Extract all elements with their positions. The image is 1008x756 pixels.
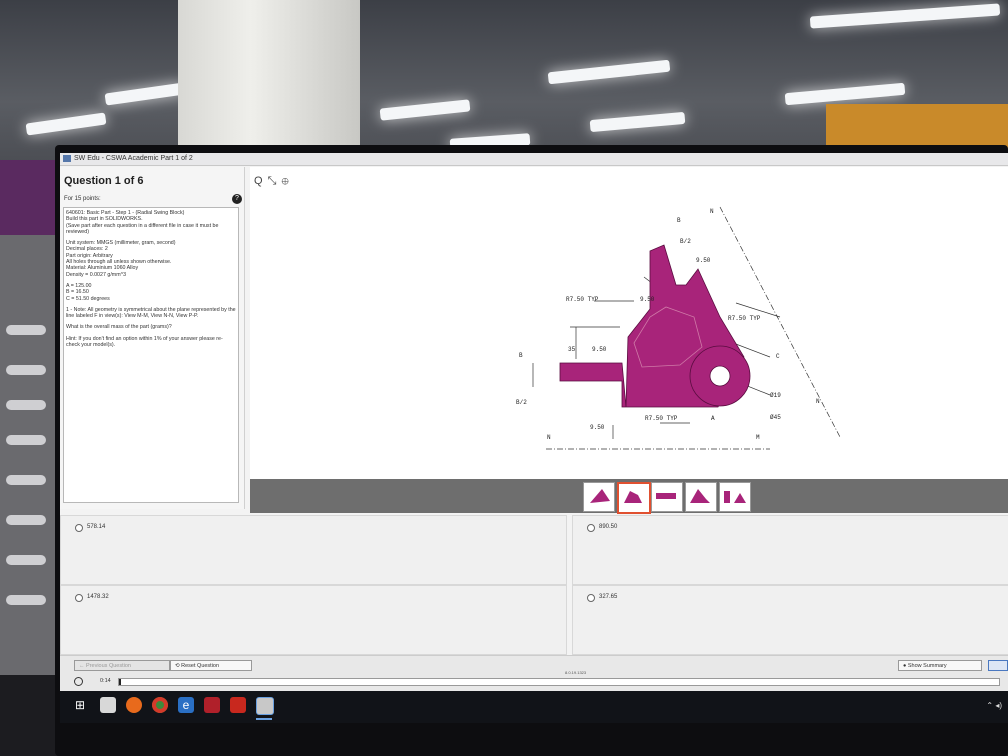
- pillar: [178, 0, 360, 150]
- taskbar: ⊞ e ⌃ ◂): [60, 691, 1008, 723]
- previous-question-button[interactable]: ← Previous Question: [74, 660, 170, 671]
- version-label: 8.0.19.1323: [565, 670, 587, 675]
- firefox-icon[interactable]: [126, 697, 142, 713]
- question-paragraph: 640601: Basic Part - Step 1 - (Radial Sw…: [66, 210, 219, 235]
- answer-option[interactable]: 578.14: [60, 515, 567, 585]
- dim-label: R7.50 TYP: [645, 415, 678, 422]
- desk-partition: [0, 235, 60, 675]
- dim-label: Ø45: [770, 414, 781, 421]
- help-icon[interactable]: ?: [232, 194, 242, 204]
- dim-label: C: [776, 353, 780, 360]
- dim-label: R7.50 TYP: [728, 315, 761, 322]
- active-app-indicator: [256, 718, 272, 720]
- dim-label: M: [756, 434, 760, 441]
- next-button[interactable]: [988, 660, 1008, 671]
- radio-button[interactable]: [587, 524, 595, 532]
- reset-question-button[interactable]: ⟲ Reset Question: [170, 660, 252, 671]
- answer-value: 327.65: [599, 594, 618, 600]
- radio-button[interactable]: [75, 524, 83, 532]
- dim-label: A: [711, 415, 715, 422]
- reset-question-label: Reset Question: [181, 663, 220, 669]
- dim-label: B/2: [680, 238, 691, 245]
- file-explorer-icon[interactable]: [100, 697, 116, 713]
- dim-label: B: [677, 217, 681, 224]
- sw-edu-icon[interactable]: [256, 697, 274, 715]
- time-progress-bar: [118, 678, 1000, 686]
- thumbnail-glyphs: [590, 489, 746, 503]
- answer-option[interactable]: 1478.32: [60, 585, 567, 655]
- points-label: For 15 points:: [64, 196, 101, 202]
- question-paragraph: A = 125.00 B = 16.50 C = 51.50 degrees: [66, 282, 110, 302]
- clock-icon: [74, 677, 83, 686]
- previous-question-label: Previous Question: [86, 663, 131, 669]
- radio-button[interactable]: [587, 594, 595, 602]
- dim-label: R7.50 TYP: [566, 296, 599, 303]
- dim-label: N: [547, 434, 551, 441]
- show-summary-label: Show Summary: [907, 663, 947, 669]
- question-paragraph: 1 - Note: All geometry is symmetrical ab…: [66, 306, 236, 320]
- dim-label: Ø19: [770, 392, 781, 399]
- answer-value: 890.50: [599, 524, 618, 530]
- dim-label: 9.50: [590, 424, 605, 431]
- timer: 0:14: [100, 678, 111, 684]
- acrobat-icon[interactable]: [230, 697, 246, 713]
- window-titlebar: SW Edu - CSWA Academic Part 1 of 2: [60, 153, 1008, 166]
- question-text-box: 640601: Basic Part - Step 1 - (Radial Sw…: [63, 207, 239, 503]
- part-drawing: B B/2 9.50 9.50 R7.50 TYP R7.50 TYP 35 9…: [516, 206, 841, 450]
- system-tray-icon[interactable]: ⌃ ◂): [986, 701, 1002, 710]
- dim-label: 9.50: [592, 346, 607, 353]
- show-summary-button[interactable]: ● Show Summary: [898, 660, 982, 671]
- dim-label: N: [816, 398, 820, 405]
- dim-label: 35: [568, 346, 576, 353]
- windows-start-icon[interactable]: ⊞: [72, 697, 88, 713]
- dim-label: B: [519, 352, 523, 359]
- solidworks-icon[interactable]: [204, 697, 220, 713]
- question-paragraph: Hint: If you don't find an option within…: [66, 335, 223, 349]
- edge-icon[interactable]: e: [178, 697, 194, 713]
- answer-option[interactable]: 890.50: [572, 515, 1008, 585]
- drawing-viewer[interactable]: Q ⤡ ⊕ B B/2 9.50 9.50 R7.50 TYP R7.50 TY…: [250, 167, 1008, 479]
- dim-label: N: [710, 208, 714, 215]
- question-heading: Question 1 of 6: [64, 175, 144, 187]
- dim-label: 9.50: [696, 257, 711, 264]
- question-panel: Question 1 of 6 For 15 points: ? 640601:…: [60, 167, 245, 509]
- radio-button[interactable]: [75, 594, 83, 602]
- chrome-icon[interactable]: [152, 697, 168, 713]
- answer-option[interactable]: 327.65: [572, 585, 1008, 655]
- hole: [709, 365, 731, 387]
- app-icon: [63, 154, 71, 162]
- view-thumbnail-bar: [250, 479, 1008, 514]
- zoom-controls[interactable]: Q ⤡ ⊕: [254, 175, 290, 188]
- answer-value: 578.14: [87, 524, 106, 530]
- answer-value: 1478.32: [87, 594, 109, 600]
- monitor-screen: SW Edu - CSWA Academic Part 1 of 2 Quest…: [60, 153, 1008, 723]
- question-paragraph: Unit system: MMGS (millimeter, gram, sec…: [66, 240, 176, 278]
- dim-label: 9.50: [640, 296, 655, 303]
- dim-label: B/2: [516, 399, 527, 406]
- window-title: SW Edu - CSWA Academic Part 1 of 2: [74, 155, 193, 162]
- footer: ← Previous Question ⟲ Reset Question 8.0…: [60, 655, 1008, 692]
- question-paragraph: What is the overall mass of the part (gr…: [66, 324, 172, 331]
- answer-options: 578.14 890.50 1478.32 327.65: [60, 515, 1008, 655]
